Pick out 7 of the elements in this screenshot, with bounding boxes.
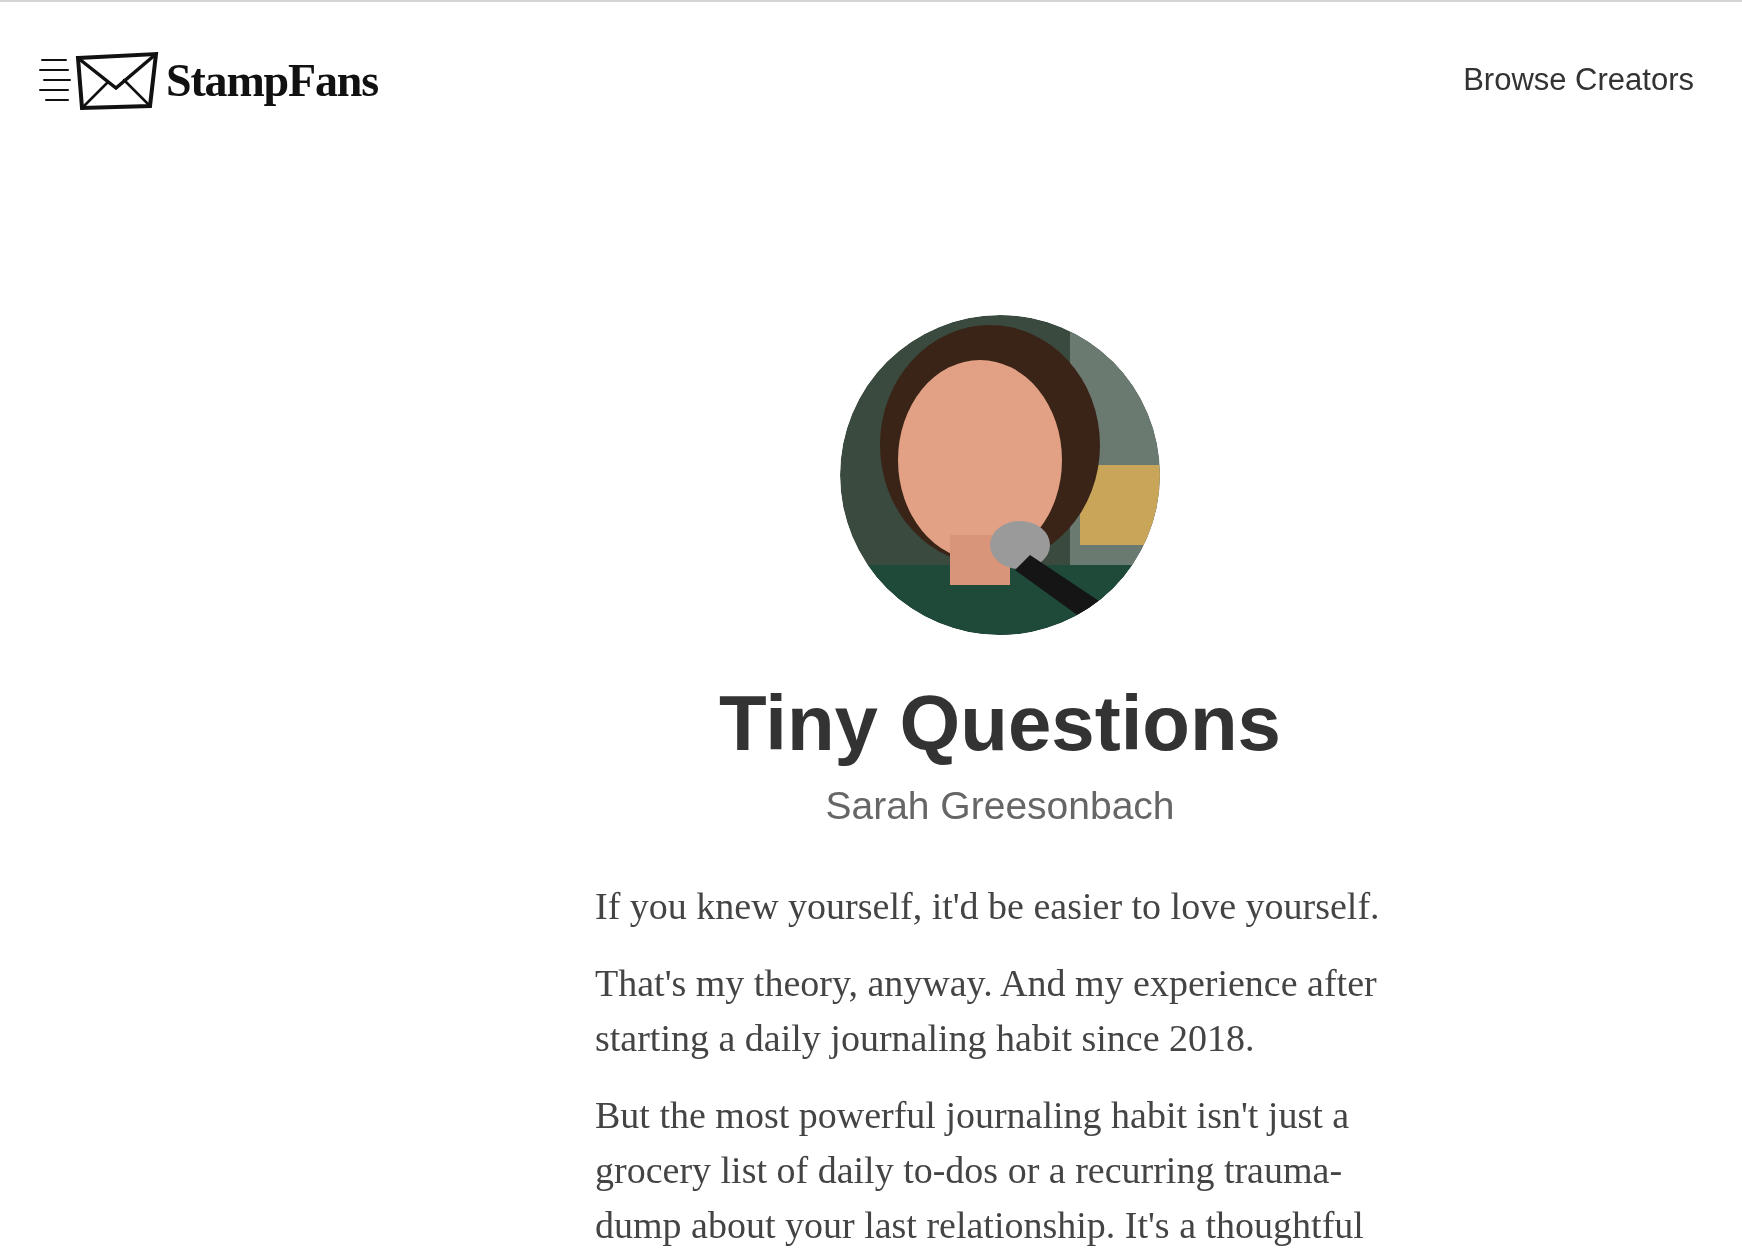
description-paragraph: But the most powerful journaling habit isn't just a grocery list of daily to-dos or a recurring trauma-dump about your last relationship. It's a thoughtful — [595, 1093, 1365, 1248]
browse-creators-link[interactable]: Browse Creators — [1463, 57, 1694, 104]
creator-name: Sarah Greesonbach — [825, 782, 1175, 829]
description-paragraph: That's my theory, anyway. And my experience after starting a daily journaling habit since 2018. — [595, 961, 1378, 1061]
page-title: Tiny Questions — [719, 678, 1281, 769]
description-paragraph: If you knew yourself, it'd be easier to love yourself. — [595, 884, 1381, 929]
logo-text[interactable]: StampFans — [166, 46, 379, 115]
